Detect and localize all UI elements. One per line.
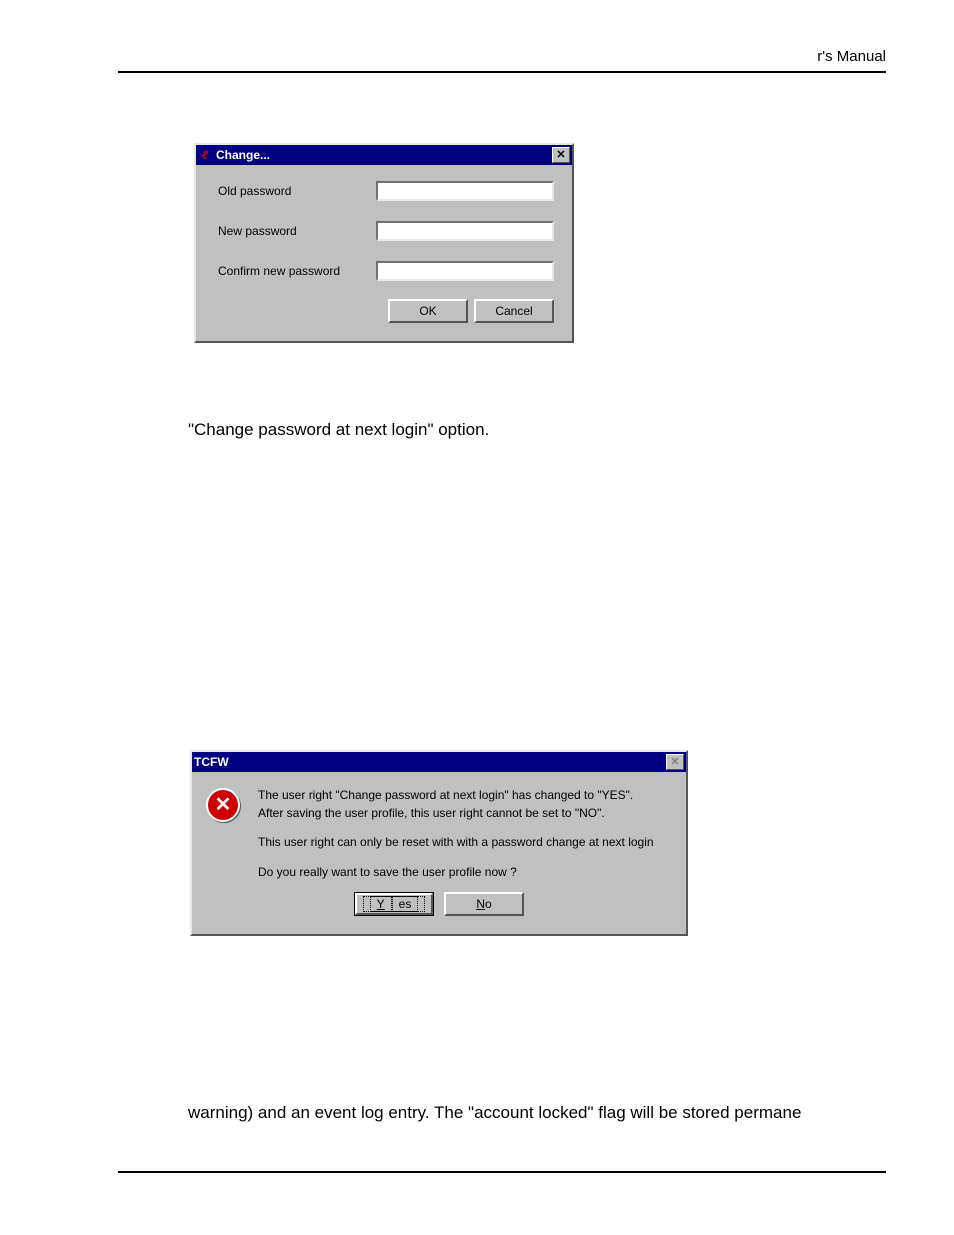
change-password-dialog: ℓ Change... ✕ Old password New password … <box>194 143 574 343</box>
message-line: This user right can only be reset with w… <box>258 835 672 851</box>
error-icon: ✕ <box>206 788 240 822</box>
yes-button[interactable]: Yes <box>354 892 434 916</box>
body-text-2: warning) and an event log entry. The "ac… <box>188 1103 828 1123</box>
old-password-input[interactable] <box>376 181 554 201</box>
new-password-label: New password <box>218 224 376 238</box>
tcfw-message-dialog: TCFW ✕ ✕ The user right "Change password… <box>190 750 688 936</box>
message-line: The user right "Change password at next … <box>258 788 672 804</box>
header-text: r's Manual <box>118 48 886 71</box>
message-line: After saving the user profile, this user… <box>258 806 672 822</box>
close-icon[interactable]: ✕ <box>552 147 570 163</box>
message-line: Do you really want to save the user prof… <box>258 865 672 881</box>
confirm-password-label: Confirm new password <box>218 264 376 278</box>
header-rule <box>118 71 886 73</box>
footer-rule <box>118 1171 886 1173</box>
old-password-label: Old password <box>218 184 376 198</box>
close-icon[interactable]: ✕ <box>666 754 684 770</box>
dialog-title: Change... <box>216 148 552 162</box>
dialog-titlebar: ℓ Change... ✕ <box>196 145 572 165</box>
dialog-titlebar: TCFW ✕ <box>192 752 686 772</box>
dialog-title: TCFW <box>194 755 666 769</box>
ok-button[interactable]: OK <box>388 299 468 323</box>
app-icon: ℓ <box>198 148 212 162</box>
confirm-password-input[interactable] <box>376 261 554 281</box>
no-button[interactable]: No <box>444 892 524 916</box>
message-text: The user right "Change password at next … <box>258 788 672 882</box>
page-header: r's Manual <box>118 48 886 73</box>
body-text-1: "Change password at next login" option. <box>188 420 489 440</box>
new-password-input[interactable] <box>376 221 554 241</box>
cancel-button[interactable]: Cancel <box>474 299 554 323</box>
